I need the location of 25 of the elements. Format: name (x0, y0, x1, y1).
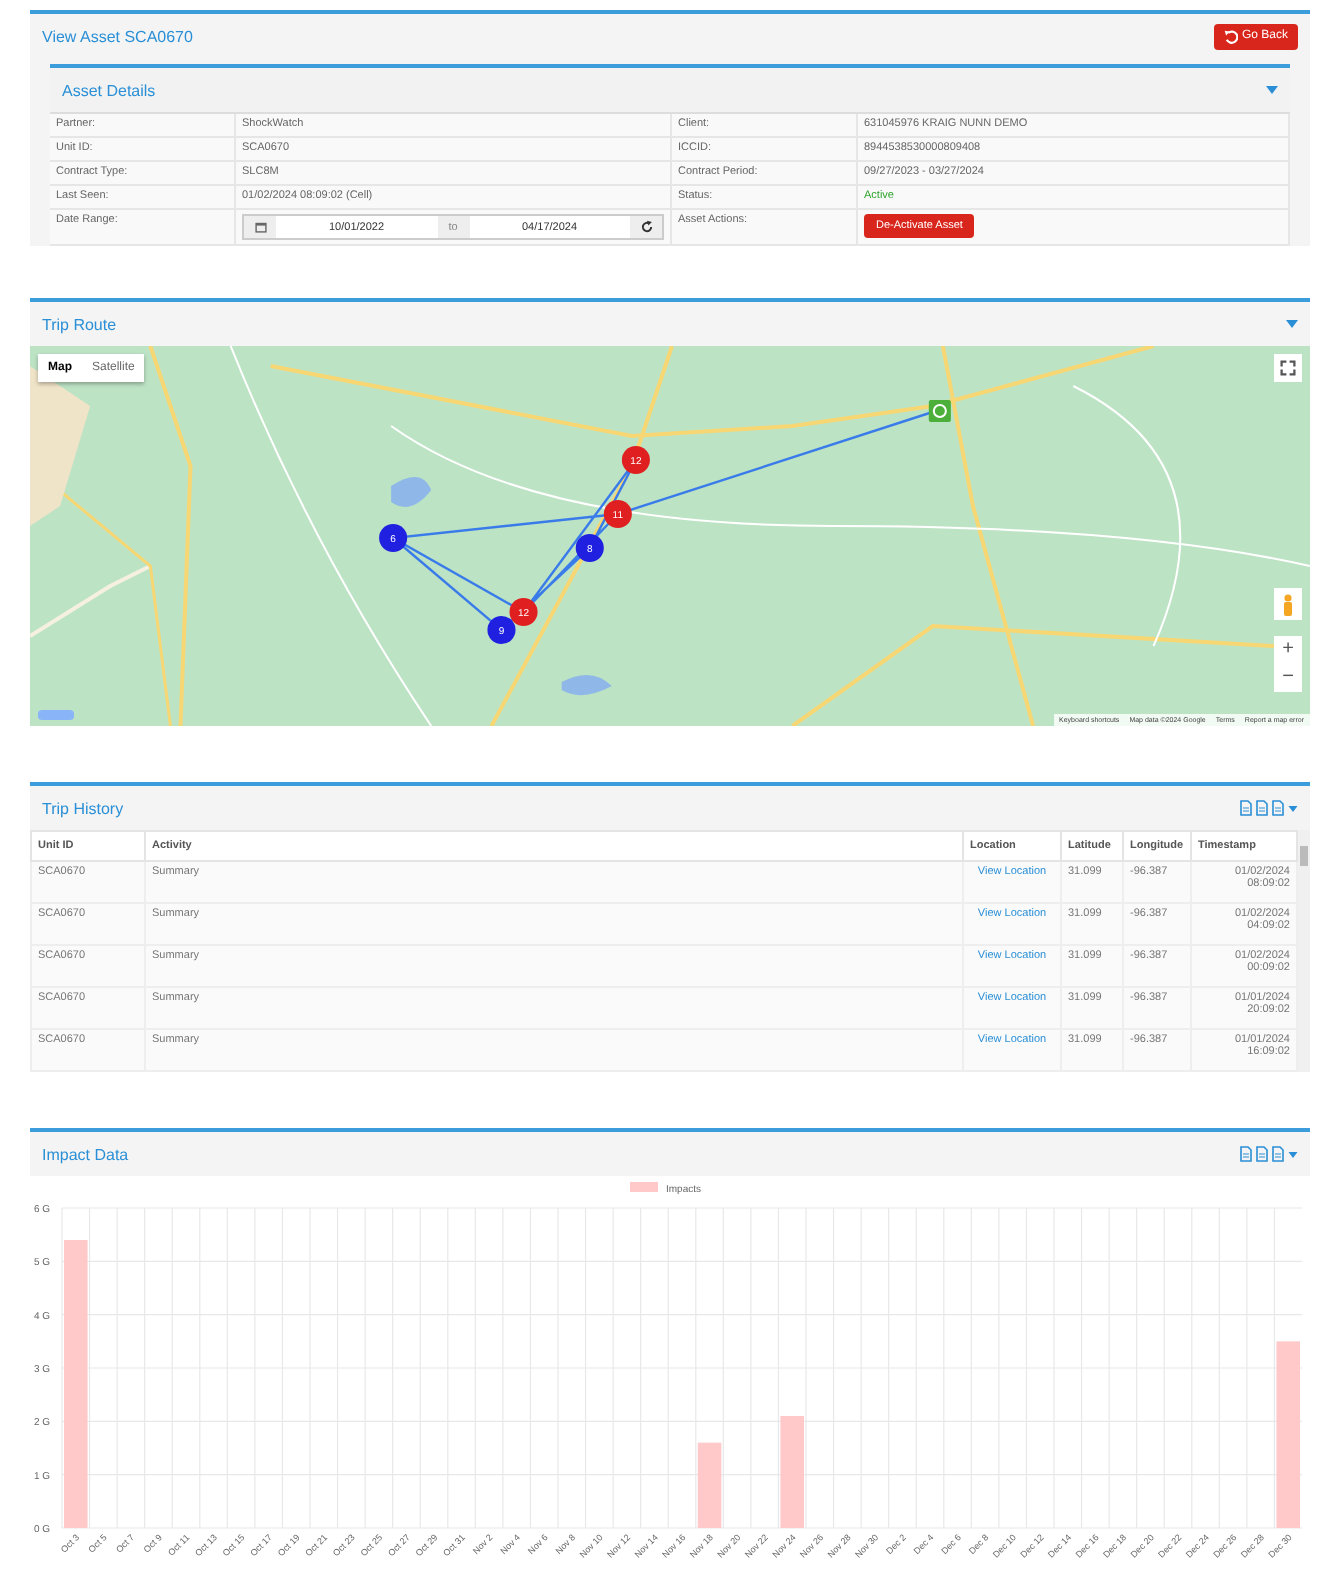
destination-marker-icon[interactable] (928, 400, 951, 422)
person-icon (1282, 593, 1294, 615)
legend-swatch (630, 1182, 658, 1192)
panel-title: Impact Data (42, 1145, 129, 1163)
document-icon[interactable] (1240, 800, 1252, 816)
undo-icon (1223, 29, 1238, 43)
page-title: View Asset SCA0670 (42, 27, 193, 45)
panel-title: Trip Route (42, 315, 117, 333)
document-icon[interactable] (1272, 800, 1284, 816)
caret-icon[interactable] (1286, 320, 1298, 328)
fullscreen-button[interactable] (1274, 354, 1302, 382)
caret-icon[interactable] (1288, 805, 1298, 811)
lake-drawing (391, 476, 432, 507)
caret-icon[interactable] (1266, 86, 1278, 94)
document-icon[interactable] (1272, 1146, 1284, 1162)
panel-title: Asset Details (62, 81, 156, 99)
fullscreen-icon (1280, 360, 1296, 376)
panel-title: Trip History (42, 799, 124, 817)
scrollbar[interactable] (1298, 830, 1310, 1072)
document-icon[interactable] (1256, 1146, 1268, 1162)
lake-drawing (561, 674, 612, 696)
document-icon[interactable] (1240, 1146, 1252, 1162)
document-icon[interactable] (1256, 800, 1268, 816)
caret-icon[interactable] (1288, 1151, 1298, 1157)
street-view-button[interactable] (1274, 588, 1302, 620)
